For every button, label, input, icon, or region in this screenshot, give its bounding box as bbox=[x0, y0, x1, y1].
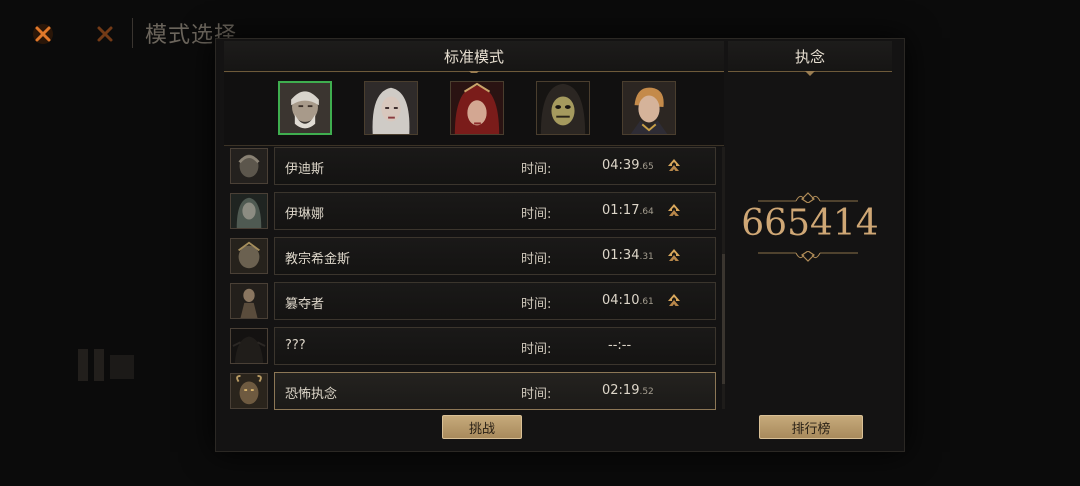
boss-name: 篡夺者 bbox=[285, 297, 325, 312]
obsession-title: 执念 bbox=[794, 47, 825, 66]
ornament-top-icon bbox=[758, 192, 858, 203]
mode-modal: 标准模式 执念 伊迪斯 时间: 04:39.65 伊琳娜 时间: 01:17.6… bbox=[215, 38, 905, 452]
record-bar: 教宗希金斯 时间: 01:34.31 bbox=[274, 237, 716, 275]
boss-thumbnail bbox=[230, 193, 268, 229]
time-value: 01:34.31 bbox=[602, 248, 654, 263]
record-bar: 篡夺者 时间: 04:10.61 bbox=[274, 282, 716, 320]
boss-thumbnail bbox=[230, 148, 268, 184]
record-bar: ??? 时间: --:-- bbox=[274, 327, 716, 365]
rank-up-icon bbox=[666, 248, 682, 264]
boss-thumbnail-locked bbox=[230, 328, 268, 364]
scrollbar-thumb[interactable] bbox=[722, 254, 725, 384]
boss-name: ??? bbox=[285, 338, 306, 353]
ornament-bottom-icon bbox=[758, 251, 858, 262]
time-label: 时间: bbox=[521, 342, 552, 357]
boss-name: 伊琳娜 bbox=[285, 207, 325, 222]
time-value: 04:10.61 bbox=[602, 293, 654, 308]
mode-header: 标准模式 bbox=[224, 41, 724, 76]
boss-name: 恐怖执念 bbox=[285, 387, 338, 402]
rank-up-icon bbox=[666, 158, 682, 174]
portrait-white-hair-woman[interactable] bbox=[364, 81, 418, 135]
time-value: 02:19.52 bbox=[602, 383, 654, 398]
portrait-masked-figure[interactable] bbox=[536, 81, 590, 135]
rank-up-icon bbox=[666, 203, 682, 219]
time-value: 01:17.64 bbox=[602, 203, 654, 218]
boss-thumbnail bbox=[230, 283, 268, 319]
character-portraits bbox=[224, 73, 724, 146]
list-scrollbar[interactable] bbox=[722, 147, 725, 409]
boss-name: 伊迪斯 bbox=[285, 162, 325, 177]
boss-thumbnail bbox=[230, 373, 268, 409]
time-label: 时间: bbox=[521, 207, 552, 222]
time-label: 时间: bbox=[521, 162, 552, 177]
portrait-red-hood-woman[interactable] bbox=[450, 81, 504, 135]
obsession-panel: 665414 bbox=[728, 73, 892, 409]
record-row[interactable]: 教宗希金斯 时间: 01:34.31 bbox=[230, 237, 720, 275]
record-row[interactable]: 篡夺者 时间: 04:10.61 bbox=[230, 282, 720, 320]
obsession-score: 665414 bbox=[741, 203, 879, 244]
record-row[interactable]: 恐怖执念 时间: 02:19.52 bbox=[230, 372, 720, 410]
record-bar: 伊迪斯 时间: 04:39.65 bbox=[274, 147, 716, 185]
record-row[interactable]: ??? 时间: --:-- bbox=[230, 327, 720, 365]
time-label: 时间: bbox=[521, 387, 552, 402]
time-value: --:-- bbox=[608, 338, 632, 353]
close-icon-secondary bbox=[93, 22, 117, 46]
time-label: 时间: bbox=[521, 252, 552, 267]
background-decoration bbox=[78, 345, 138, 395]
close-icon[interactable] bbox=[31, 22, 55, 46]
time-label: 时间: bbox=[521, 297, 552, 312]
record-bar: 恐怖执念 时间: 02:19.52 bbox=[274, 372, 716, 410]
record-row[interactable]: 伊琳娜 时间: 01:17.64 bbox=[230, 192, 720, 230]
mode-title: 标准模式 bbox=[443, 47, 504, 66]
title-divider bbox=[132, 18, 133, 48]
boss-name: 教宗希金斯 bbox=[285, 252, 351, 267]
portrait-blond-man[interactable] bbox=[622, 81, 676, 135]
record-row[interactable]: 伊迪斯 时间: 04:39.65 bbox=[230, 147, 720, 185]
portrait-old-man[interactable] bbox=[278, 81, 332, 135]
rank-up-icon bbox=[666, 293, 682, 309]
obsession-header: 执念 bbox=[728, 41, 892, 76]
boss-thumbnail bbox=[230, 238, 268, 274]
leaderboard-button[interactable]: 排行榜 bbox=[759, 415, 863, 439]
time-value: 04:39.65 bbox=[602, 158, 654, 173]
challenge-button[interactable]: 挑战 bbox=[442, 415, 522, 439]
record-bar: 伊琳娜 时间: 01:17.64 bbox=[274, 192, 716, 230]
